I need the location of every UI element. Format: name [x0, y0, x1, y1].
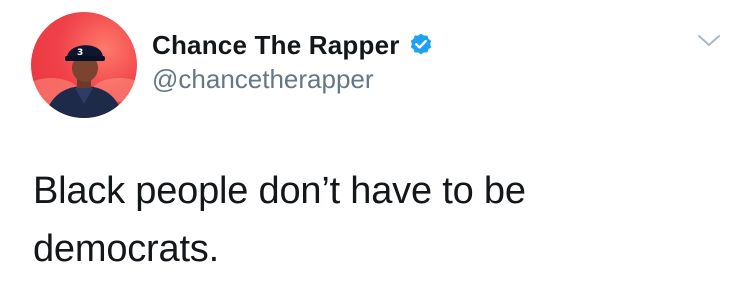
- cap-number: 3: [77, 48, 83, 58]
- chevron-down-icon[interactable]: [696, 32, 722, 50]
- tweet-text: Black people don’t have to be democrats.: [33, 170, 526, 270]
- author-handle[interactable]: @chancetherapper: [152, 64, 374, 95]
- author-name-row[interactable]: Chance The Rapper: [152, 27, 434, 63]
- verified-badge-icon: [408, 32, 434, 58]
- avatar-image: 3: [31, 45, 137, 118]
- display-name[interactable]: Chance The Rapper: [152, 30, 400, 61]
- avatar[interactable]: 3: [31, 12, 137, 118]
- tweet-card: 3 Chance The Rapper @chancetherapper Bla…: [0, 0, 750, 294]
